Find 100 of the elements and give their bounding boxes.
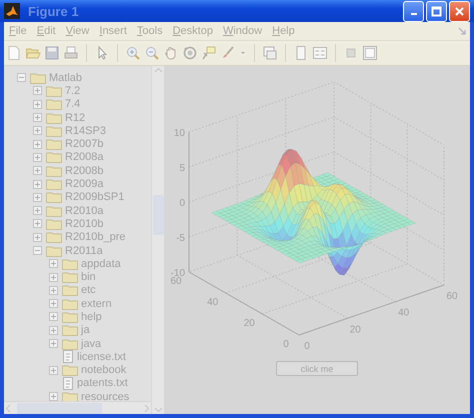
tree-item[interactable]: patents.txt [77,377,128,390]
minimize-icon [410,13,416,15]
folder-icon [46,112,62,124]
expander-icon[interactable] [49,366,58,375]
tree-item[interactable]: appdata [81,258,121,270]
menu-item[interactable]: Tools [132,25,168,37]
scroll-left-icon[interactable] [4,404,13,412]
tree-item[interactable]: R2009bSP1 [65,191,124,204]
rotate-icon[interactable] [182,45,198,61]
maximize-button[interactable] [426,0,447,22]
legend-icon[interactable] [312,45,328,61]
menu-item[interactable]: File [4,25,32,37]
folder-icon [62,338,78,350]
tree-item[interactable]: bin [81,271,96,284]
expander-icon[interactable] [33,113,42,122]
scroll-down-icon[interactable] [154,405,162,414]
tree-item[interactable]: Matlab [49,72,82,84]
tree-item[interactable]: R2010b [65,218,104,230]
expander-icon[interactable] [49,312,58,322]
linked-plot-icon[interactable] [262,45,278,61]
expander-icon[interactable] [33,232,42,242]
maximize-icon [431,6,442,16]
tree-item[interactable]: R2010a [65,204,104,217]
folder-icon [46,124,62,137]
expander-icon[interactable] [33,126,42,136]
folder-icon [62,364,78,376]
tree-item[interactable]: license.txt [77,350,126,363]
expander-icon[interactable] [33,246,42,255]
print-icon[interactable] [63,45,79,61]
expander-icon[interactable] [33,180,42,189]
folder-icon [46,98,62,110]
tree-item[interactable]: notebook [81,364,126,376]
expander-icon[interactable] [33,192,42,202]
tree-item[interactable]: extern [81,298,112,310]
expander-icon[interactable] [33,100,42,109]
folder-icon [46,191,62,204]
expander-icon[interactable] [49,299,58,308]
tree-item[interactable]: R2010b_pre [65,231,126,244]
tree-item[interactable]: R2007b [65,138,104,150]
expander-icon[interactable] [49,272,58,282]
file-icon [62,350,74,364]
folder-icon [46,218,62,230]
menu-item[interactable]: Edit [32,25,61,37]
folder-icon [46,138,62,150]
tree-item[interactable]: etc [81,284,96,296]
expander-icon[interactable] [33,152,42,162]
menu-item[interactable]: Help [267,25,300,37]
brush-icon[interactable] [220,45,236,61]
tree-item[interactable]: R12 [65,112,86,124]
window-title: Figure 1 [28,4,80,18]
menu-item[interactable]: Insert [94,25,132,37]
tree-item[interactable]: help [81,310,102,323]
folder-icon [62,271,78,284]
expander-icon[interactable] [49,326,58,335]
folder-icon [46,164,62,177]
folder-icon [46,244,62,256]
scroll-thumb[interactable] [17,402,102,414]
zoom-in-icon[interactable] [125,45,141,61]
menu-item[interactable]: Window [218,25,268,37]
expander-icon[interactable] [49,339,58,348]
expander-icon[interactable] [49,286,58,295]
menu-item[interactable]: View [60,25,94,37]
expander-icon[interactable] [33,86,42,96]
show-tools-icon[interactable] [362,45,378,61]
folder-icon [62,284,78,296]
tree-item[interactable]: R2008a [65,151,104,164]
folder-icon [62,310,78,323]
horizontal-scrollbar[interactable] [4,401,151,414]
save-icon[interactable] [44,45,60,61]
expander-icon[interactable] [49,392,58,401]
folder-icon [46,84,62,97]
tree-item[interactable]: resources [81,390,130,401]
folder-icon [62,324,78,336]
file-icon [62,376,74,390]
dock-arrow-icon[interactable] [458,27,466,35]
data-cursor-icon[interactable] [201,45,217,61]
expander-icon[interactable] [33,166,42,176]
expander-icon[interactable] [33,206,42,216]
tree-item[interactable]: ja [81,324,90,336]
tree-item[interactable]: R2008b [65,164,104,177]
expander-icon[interactable] [17,73,26,82]
expander-icon[interactable] [33,140,42,149]
folder-icon [46,204,62,217]
zoom-out-icon[interactable] [144,45,160,61]
vertical-scrollbar[interactable] [151,66,164,414]
folder-icon [62,298,78,310]
tree-item[interactable]: java [81,338,102,350]
menu-item[interactable]: Desktop [168,25,218,37]
scroll-right-icon[interactable] [142,404,151,412]
tree-item[interactable]: 7.4 [65,98,80,110]
close-button[interactable] [449,0,470,22]
tree-item[interactable]: R2009a [65,178,104,190]
tree-item[interactable]: 7.2 [65,84,80,97]
tree-item[interactable]: R14SP3 [65,124,106,137]
new-file-icon[interactable] [6,45,22,61]
minimize-button[interactable] [403,0,424,22]
scroll-up-icon[interactable] [154,66,162,75]
expander-icon[interactable] [49,259,58,268]
tree-item[interactable]: R2011a [65,244,103,256]
expander-icon[interactable] [33,219,42,228]
